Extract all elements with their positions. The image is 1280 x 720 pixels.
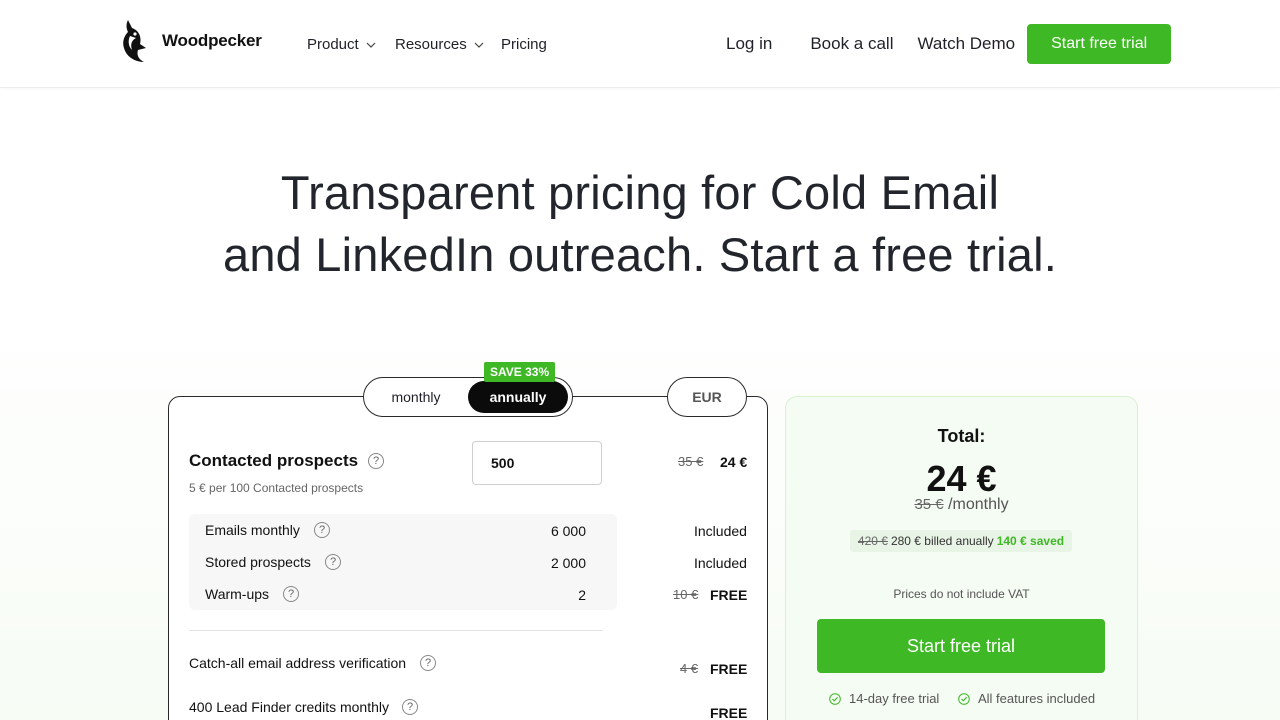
- emails-monthly-price: Included: [694, 523, 747, 539]
- emails-monthly-value: 6 000: [550, 523, 586, 539]
- brand-name: Woodpecker: [162, 31, 262, 50]
- brand-logo[interactable]: Woodpecker: [118, 18, 262, 64]
- nav-resources-label: Resources: [395, 36, 467, 53]
- catch-all-old-price: 4 €: [680, 661, 699, 676]
- woodpecker-logo-icon: [123, 20, 146, 62]
- contacted-old-price: 35 €: [678, 454, 704, 469]
- old-monthly-price: 35 €: [914, 496, 944, 513]
- contacted-prospects-rate: 5 € per 100 Contacted prospects: [189, 481, 364, 495]
- warmups-price: FREE: [710, 587, 748, 603]
- book-call-link[interactable]: Book a call: [810, 34, 893, 54]
- billing-period-toggle[interactable]: monthly annually: [363, 377, 573, 417]
- stored-prospects-price: Included: [694, 555, 747, 571]
- per-period: /monthly: [948, 496, 1009, 513]
- total-label: Total:: [937, 426, 986, 446]
- header-actions: Log in Book a call Watch Demo Start free…: [726, 24, 1172, 64]
- check-circle-icon: [958, 692, 970, 705]
- help-icon[interactable]: ?: [314, 522, 330, 538]
- feature-free-trial: 14-day free trial: [829, 691, 939, 706]
- divider: [189, 630, 603, 631]
- warmups-old-price: 10 €: [673, 587, 699, 602]
- help-icon[interactable]: ?: [368, 453, 384, 469]
- check-circle-icon: [829, 692, 841, 705]
- help-icon[interactable]: ?: [402, 699, 418, 715]
- warmups-value: 2: [578, 587, 586, 603]
- nav-pricing-label: Pricing: [501, 36, 547, 53]
- lead-finder-credits-label: 400 Lead Finder credits monthly: [189, 699, 389, 715]
- hero-line-1: Transparent pricing for Cold Email: [280, 166, 1000, 219]
- stored-prospects-value: 2 000: [550, 555, 586, 571]
- nav-resources[interactable]: Resources: [395, 36, 501, 53]
- feature-all-included-label: All features included: [978, 691, 1096, 706]
- billed-annually-badge: 420 € 280 € billed anually 140 € saved: [850, 530, 1072, 552]
- stored-prospects-label: Stored prospects: [205, 554, 311, 570]
- contacted-price: 24 €: [720, 454, 748, 470]
- hero-line-2: and LinkedIn outreach. Start a free tria…: [223, 228, 1057, 281]
- summary-start-trial-button[interactable]: Start free trial: [817, 619, 1105, 673]
- catch-all-verification-label: Catch-all email address verification: [189, 655, 407, 671]
- chevron-down-icon: [474, 42, 484, 48]
- vat-note: Prices do not include VAT: [893, 587, 1030, 601]
- toggle-annually[interactable]: annually: [468, 381, 568, 413]
- billed-old-price: 420 €: [857, 534, 888, 548]
- monthly-price-line: 35 € /monthly: [785, 496, 1138, 514]
- help-icon[interactable]: ?: [420, 655, 436, 671]
- contacted-prospects-input[interactable]: 500: [472, 441, 602, 485]
- feature-all-included: All features included: [958, 691, 1095, 706]
- lead-finder-price: FREE: [710, 705, 748, 720]
- chevron-down-icon: [366, 42, 376, 48]
- warmups-label: Warm-ups: [205, 586, 270, 602]
- save-badge: SAVE 33%: [484, 362, 556, 382]
- emails-monthly-label: Emails monthly: [205, 522, 300, 538]
- currency-selector[interactable]: EUR: [667, 377, 747, 417]
- total-price: 24 €: [926, 458, 997, 499]
- header-start-trial-button[interactable]: Start free trial: [1027, 24, 1172, 64]
- login-link[interactable]: Log in: [726, 34, 772, 54]
- nav-product-label: Product: [307, 36, 359, 53]
- feature-free-trial-label: 14-day free trial: [849, 691, 940, 706]
- site-header: Woodpecker Product Resources Pricing Log…: [0, 0, 1280, 88]
- toggle-monthly[interactable]: monthly: [364, 378, 468, 416]
- hero-heading: Transparent pricing for Cold Email and L…: [0, 162, 1280, 286]
- watch-demo-link[interactable]: Watch Demo: [918, 34, 1016, 54]
- catch-all-price: FREE: [710, 661, 748, 677]
- help-icon[interactable]: ?: [283, 586, 299, 602]
- contacted-prospects-label: Contacted prospects: [189, 451, 359, 470]
- main-nav: Product Resources Pricing: [307, 36, 547, 53]
- help-icon[interactable]: ?: [325, 554, 341, 570]
- nav-pricing[interactable]: Pricing: [501, 36, 547, 53]
- billed-text: 280 € billed anually: [890, 534, 994, 548]
- saved-amount: 140 € saved: [996, 534, 1065, 548]
- nav-product[interactable]: Product: [307, 36, 395, 53]
